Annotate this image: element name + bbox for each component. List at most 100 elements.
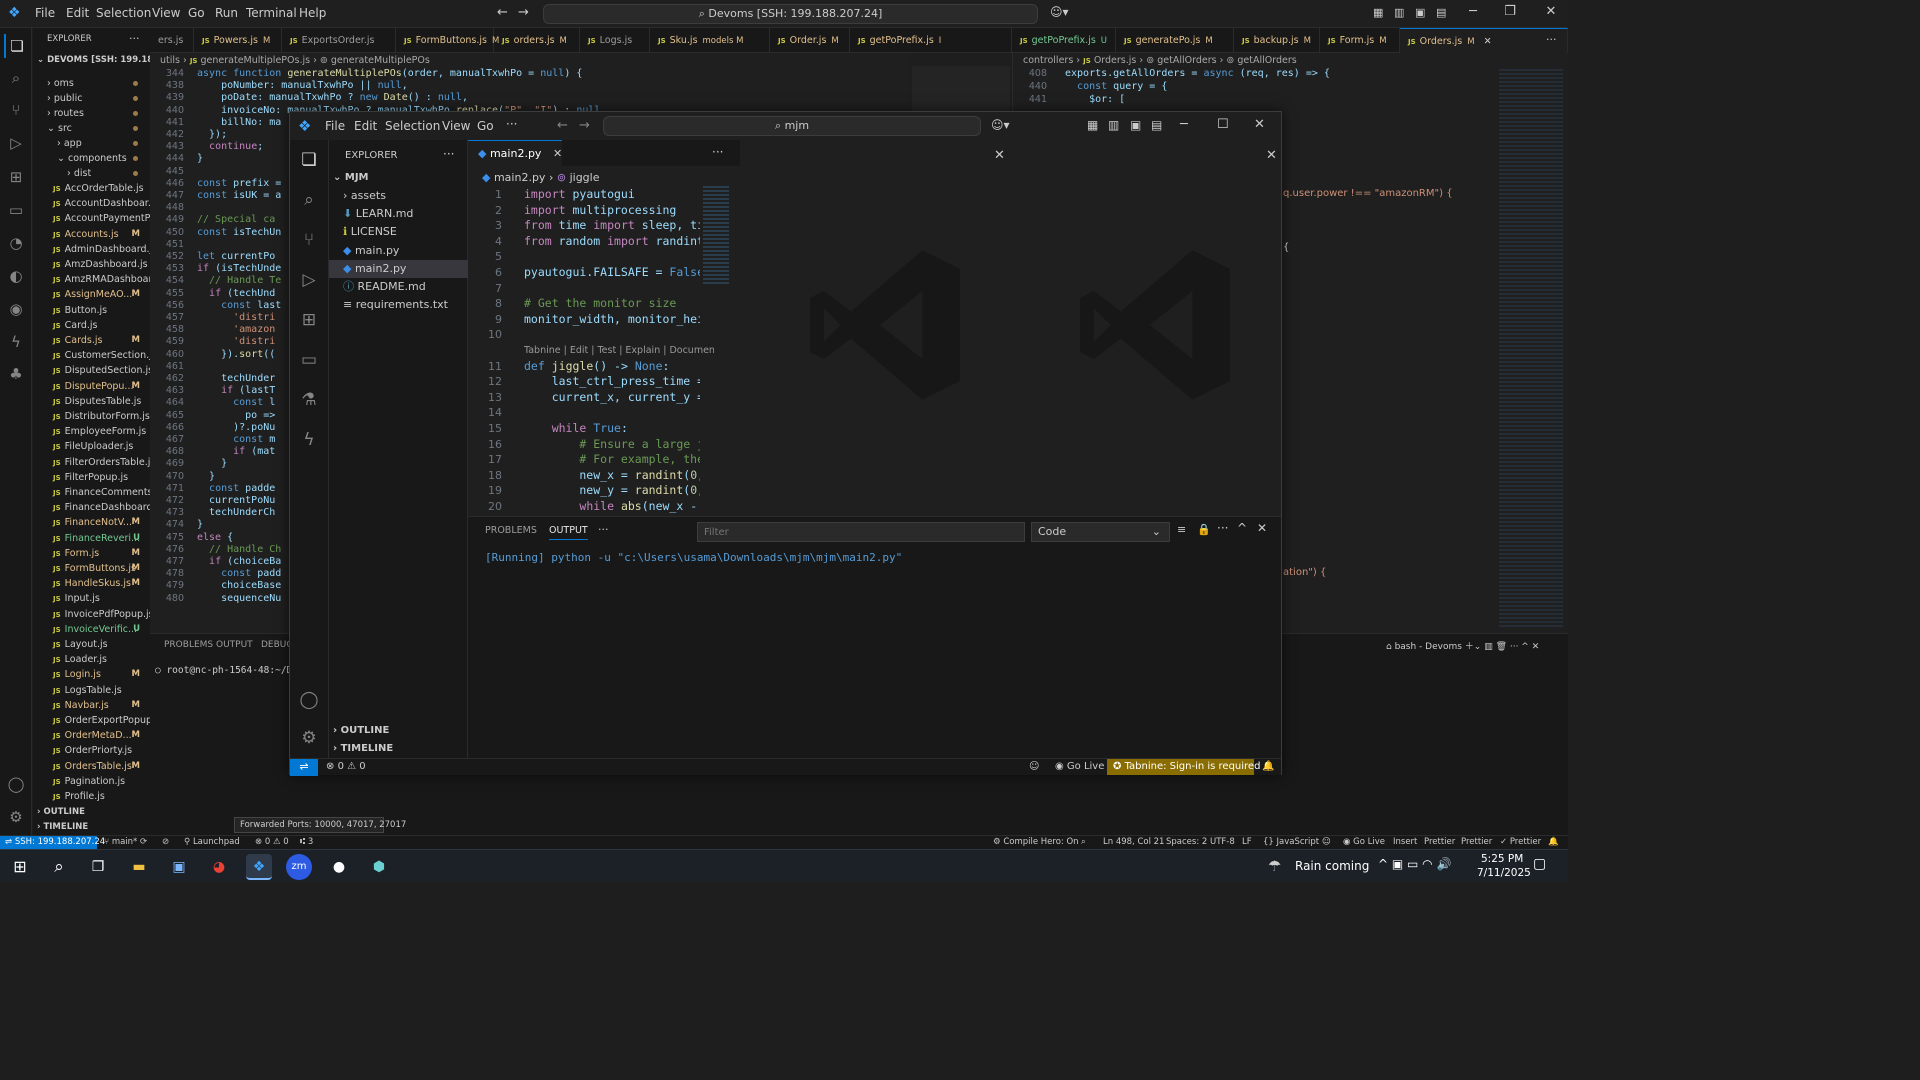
editor-tab[interactable]: JS getPoPrefix.js U [1012,28,1116,53]
file-item[interactable]: JS Accounts.js M [33,227,150,242]
account-icon[interactable]: ◯ [297,688,321,712]
file-item[interactable]: JS OrderMetaD... M [33,728,150,743]
manage-gear-icon[interactable]: ⚙ [297,726,321,750]
extensions-icon[interactable]: ⊞ [297,308,321,332]
menu-edit[interactable]: Edit [354,119,377,133]
editor-tab[interactable]: JS Orders.js M ✕ [1400,28,1568,53]
folder-public[interactable]: › public [33,91,150,106]
python-icon[interactable]: ♣ [4,362,28,386]
menu-selection[interactable]: Selection [96,6,151,20]
manage-gear-icon[interactable]: ⚙ [4,805,28,829]
panel-tab-output[interactable]: OUTPUT [549,525,588,540]
file-item[interactable]: JS Login.js M [33,667,150,682]
thunder-client-icon[interactable]: ϟ [4,330,28,354]
chrome-icon[interactable]: ◕ [206,854,232,880]
vscode-taskbar-icon[interactable]: ❖ [246,854,272,880]
panel-tab-output[interactable]: OUTPUT [216,640,253,650]
minimize-icon[interactable]: ─ [1458,4,1488,24]
outline-section[interactable]: › OUTLINE [33,805,150,820]
folder-src[interactable]: ⌄ src [33,121,150,136]
more-actions-icon[interactable]: ··· [1217,521,1228,535]
toggle-sidebar-icon[interactable]: ▥ [1108,118,1119,132]
toggle-sidebar-icon[interactable]: ▥ [1394,6,1404,19]
docker-icon[interactable]: ◉ [4,297,28,321]
file-item[interactable]: JS Pagination.js [33,774,150,789]
editor-tab[interactable]: JS Order.js M [770,28,850,53]
more-actions-icon[interactable]: ··· [129,32,140,45]
editor-tab[interactable]: JS generatePo.js M [1116,28,1234,53]
overlay-breadcrumb[interactable]: ◆ main2.py › ⊚ jiggle [482,171,599,184]
file-item[interactable]: JS Button.js [33,303,150,318]
file-explorer-icon[interactable]: ▬ [126,854,152,880]
toggle-panel-icon[interactable]: ▣ [1415,6,1425,19]
editor-tab[interactable]: JS orders.js M [494,28,580,53]
file-item[interactable]: JS FinanceReveri... U [33,531,150,546]
back-arrow-icon[interactable]: ← [557,118,568,133]
folder-header[interactable]: ⌄ MJM [329,169,468,187]
more-actions-icon[interactable]: ··· [598,523,609,536]
more-actions-icon[interactable]: ··· [712,145,723,159]
file-item[interactable]: JS DistributorForm.js [33,409,150,424]
go-live-button[interactable]: ◉ Go Live [1055,759,1104,775]
toggle-panel-icon[interactable]: ▣ [1130,118,1141,132]
panel-tab-problems[interactable]: PROBLEMS [485,525,537,536]
folder-oms[interactable]: › oms [33,76,150,91]
clear-output-icon[interactable]: ≡ [1177,523,1186,536]
overlay-minimap[interactable] [703,186,729,286]
file-item[interactable]: JSOrderExportPopup.js [33,713,150,728]
close-icon[interactable]: ✕ [1536,4,1566,24]
restore-icon[interactable]: ❐ [1495,4,1525,24]
more-menu-icon[interactable]: ··· [506,117,517,131]
copilot-icon[interactable]: ☺ [1029,759,1039,775]
customize-layout-icon[interactable]: ▦ [1373,6,1383,19]
store-icon[interactable]: ▣ [166,854,192,880]
breadcrumb-right[interactable]: controllers › JS Orders.js › ⊚ getAllOrd… [1023,55,1297,66]
outline-section[interactable]: › OUTLINE [329,722,468,740]
folder-app[interactable]: › app [33,136,150,151]
back-arrow-icon[interactable]: ← [497,5,508,20]
encoding[interactable]: UTF-8 [1210,836,1235,849]
menu-help[interactable]: Help [299,6,326,20]
file-item[interactable]: JS DisputePopu... M [33,379,150,394]
app-icon[interactable]: ● [326,854,352,880]
file-item[interactable]: ≡ requirements.txt [329,296,468,314]
file-item[interactable]: JS EmployeeForm.js [33,424,150,439]
lock-icon[interactable]: 🔒 [1197,523,1211,536]
remote-explorer-icon[interactable]: ▭ [297,348,321,372]
indentation[interactable]: Spaces: 2 [1166,836,1207,849]
file-item[interactable]: › assets [329,187,468,205]
go-live-button[interactable]: ◉ Go Live [1343,836,1385,849]
output-channel-select[interactable]: Code ⌄ [1031,522,1170,542]
editor-tab[interactable]: JS Powers.js M [194,28,282,53]
file-item[interactable]: JS Cards.js M [33,333,150,348]
menu-selection[interactable]: Selection [385,119,440,133]
close-editor-icon[interactable]: ✕ [994,148,1005,163]
file-item[interactable]: JS AccountDashboar... [33,196,150,211]
toggle-secondary-sidebar-icon[interactable]: ▤ [1436,6,1446,19]
task-view-icon[interactable]: ❐ [85,854,111,880]
command-center-search[interactable]: ⌕ Devoms [SSH: 199.188.207.24] [543,4,1038,24]
file-item[interactable]: JS CustomerSection.js [33,348,150,363]
file-item[interactable]: JS HandleSkus.js M [33,576,150,591]
output-filter-input[interactable] [697,522,1025,542]
minimap-left[interactable] [912,66,1010,114]
sync-icon[interactable]: ⊘ [162,836,169,849]
file-item[interactable]: JS OrderPriorty.js [33,743,150,758]
file-item[interactable]: JS InvoiceVerific... U [33,622,150,637]
maximize-panel-icon[interactable]: ^ [1237,521,1247,535]
testing-icon[interactable]: ⚗ [297,388,321,412]
search-icon[interactable]: ⌕ [297,188,321,212]
clock-time[interactable]: 5:25 PM [1481,853,1523,865]
problems-indicator[interactable]: ⊗ 0 ⚠ 0 [255,836,289,849]
file-item[interactable]: JS Input.js [33,591,150,606]
folder-routes[interactable]: › routes [33,106,150,121]
problems-indicator[interactable]: ⊗ 0 ⚠ 0 [326,759,366,775]
file-item[interactable]: JS DisputesTable.js [33,394,150,409]
file-item[interactable]: JS Navbar.js M [33,698,150,713]
timeline-icon[interactable]: ◔ [4,231,28,255]
file-item[interactable]: ℹ LICENSE [329,223,468,241]
file-item[interactable]: JS FilterPopup.js [33,470,150,485]
menu-file[interactable]: File [325,119,345,133]
overlay-search[interactable]: ⌕ mjm [603,116,981,136]
explorer-icon[interactable]: ❏ [4,34,28,58]
